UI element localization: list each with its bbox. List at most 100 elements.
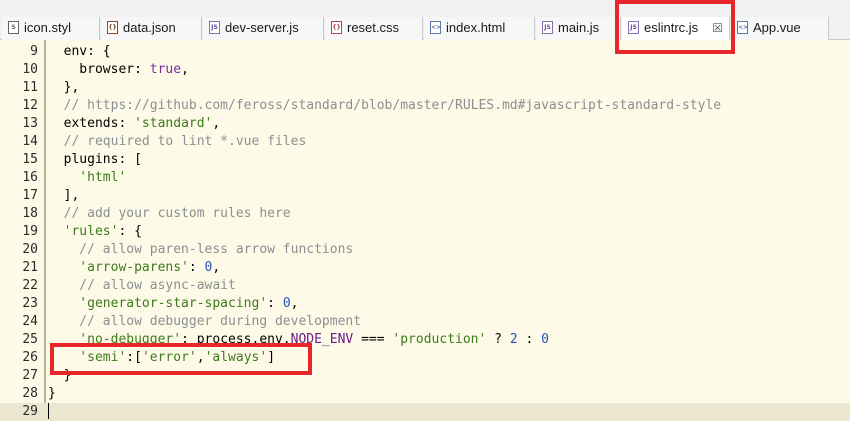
- code-line[interactable]: 22 // allow async-await: [0, 277, 850, 295]
- code-line[interactable]: 19 'rules': {: [0, 223, 850, 241]
- code-token: extends: [48, 116, 119, 131]
- line-number: 14: [22, 134, 38, 149]
- line-code: extends: 'standard',: [48, 115, 221, 133]
- code-token: : [: [118, 152, 142, 167]
- text-caret: [48, 403, 49, 419]
- code-line[interactable]: 29: [0, 403, 850, 421]
- tab-eslintrc-js[interactable]: JS eslintrc.js ☒: [622, 17, 730, 40]
- close-tab-icon[interactable]: ☒: [712, 17, 723, 39]
- code-line[interactable]: 23 'generator-star-spacing': 0,: [0, 295, 850, 313]
- line-code: }: [48, 385, 56, 403]
- vue-file-icon: <>: [737, 21, 748, 34]
- line-number: 23: [22, 296, 38, 311]
- code-token: // https://github.com/feross/standard/bl…: [48, 98, 722, 113]
- code-line[interactable]: 14 // required to lint *.vue files: [0, 133, 850, 151]
- code-line[interactable]: 16 'html': [0, 169, 850, 187]
- code-token: env: [48, 44, 88, 59]
- tab-main-js[interactable]: JS main.js: [536, 17, 621, 40]
- code-token: ,: [196, 350, 205, 365]
- line-number: 25: [22, 332, 38, 347]
- code-editor[interactable]: 9 env: {10 browser: true, 11 }, 12 // http…: [0, 40, 850, 421]
- code-token: NODE_ENV: [290, 332, 354, 347]
- code-token: ,: [212, 260, 221, 275]
- code-token: 'always': [204, 350, 268, 365]
- line-number: 16: [22, 170, 38, 185]
- line-code: }: [48, 367, 72, 385]
- code-token: ],: [48, 188, 80, 203]
- code-line[interactable]: 17 ],: [0, 187, 850, 205]
- tab-data-json[interactable]: {} data.json: [101, 17, 202, 40]
- line-code: // add your custom rules here: [48, 205, 291, 223]
- code-line[interactable]: 27 }: [0, 367, 850, 385]
- line-code: plugins: [: [48, 151, 142, 169]
- code-line[interactable]: 26 'semi':['error','always']: [0, 349, 850, 367]
- code-token: },: [48, 80, 80, 95]
- code-line[interactable]: 25 'no-debugger': process.env.NODE_ENV =…: [0, 331, 850, 349]
- code-token: // allow paren-less arrow functions: [48, 242, 354, 257]
- tab-icon-styl[interactable]: Sicon.styl: [2, 17, 100, 40]
- tab-dev-server-js[interactable]: JS dev-server.js: [203, 17, 324, 40]
- line-number: 13: [22, 116, 38, 131]
- line-code: },: [48, 79, 80, 97]
- line-code: 'rules': {: [48, 223, 142, 241]
- line-code: // https://github.com/feross/standard/bl…: [48, 97, 721, 115]
- line-number: 19: [22, 224, 38, 239]
- code-token: :: [134, 62, 150, 77]
- line-code: ],: [48, 187, 80, 205]
- tab-label: eslintrc.js: [644, 20, 699, 35]
- line-code: 'html': [48, 169, 126, 187]
- code-line[interactable]: 20 // allow paren-less arrow functions: [0, 241, 850, 259]
- code-token: 2: [509, 332, 518, 347]
- code-token: }: [48, 368, 72, 383]
- code-token: ===: [353, 332, 393, 347]
- code-token: 'standard': [134, 116, 213, 131]
- code-token: 'rules': [48, 224, 119, 239]
- tab-label: reset.css: [347, 20, 400, 35]
- line-code: 'semi':['error','always']: [48, 349, 275, 367]
- code-line[interactable]: 24 // allow debugger during development: [0, 313, 850, 331]
- html-file-icon: <>: [430, 21, 441, 34]
- code-line[interactable]: 15 plugins: [: [0, 151, 850, 169]
- line-code: // allow debugger during development: [48, 313, 361, 331]
- tab-index-html[interactable]: <> index.html: [424, 17, 535, 40]
- line-code: env: {: [48, 43, 111, 61]
- code-token: ]: [267, 350, 276, 365]
- tab-app-vue[interactable]: <> App.vue: [731, 17, 829, 40]
- code-line[interactable]: 12 // https://github.com/feross/standard…: [0, 97, 850, 115]
- code-token: ,: [212, 116, 221, 131]
- line-code: // allow paren-less arrow functions: [48, 241, 353, 259]
- tab-reset-css[interactable]: {} reset.css: [325, 17, 423, 40]
- code-token: // allow debugger during development: [48, 314, 362, 329]
- code-line[interactable]: 13 extends: 'standard',: [0, 115, 850, 133]
- line-number: 20: [22, 242, 38, 257]
- code-token: ,: [181, 62, 189, 77]
- code-line[interactable]: 28}: [0, 385, 850, 403]
- code-line[interactable]: 9 env: {: [0, 43, 850, 61]
- code-token: 'production': [392, 332, 487, 347]
- tab-label: data.json: [123, 20, 176, 35]
- code-line[interactable]: 10 browser: true,: [0, 61, 850, 79]
- code-token: : {: [118, 224, 142, 239]
- code-line[interactable]: 11 },: [0, 79, 850, 97]
- code-line[interactable]: 21 'arrow-parens': 0,: [0, 259, 850, 277]
- line-code: browser: true,: [48, 61, 189, 79]
- js-file-icon: JS: [628, 21, 639, 34]
- line-code: // allow async-await: [48, 277, 236, 295]
- line-number: 28: [22, 386, 38, 401]
- line-number: 11: [22, 80, 38, 95]
- line-number: 29: [22, 404, 38, 419]
- code-token: :: [118, 116, 135, 131]
- code-token: :[: [126, 350, 142, 365]
- line-number: 10: [22, 62, 38, 77]
- code-line[interactable]: 18 // add your custom rules here: [0, 205, 850, 223]
- code-token: plugins: [48, 152, 119, 167]
- code-token: browser: [48, 62, 135, 77]
- code-token: 'error': [141, 350, 197, 365]
- line-code: 'arrow-parens': 0,: [48, 259, 220, 277]
- code-token: : process.env.: [181, 332, 291, 347]
- code-token: 'no-debugger': [48, 332, 182, 347]
- code-token: ?: [486, 332, 510, 347]
- tab-label: main.js: [558, 20, 600, 35]
- code-token: : {: [87, 44, 111, 59]
- line-number: 9: [30, 44, 38, 59]
